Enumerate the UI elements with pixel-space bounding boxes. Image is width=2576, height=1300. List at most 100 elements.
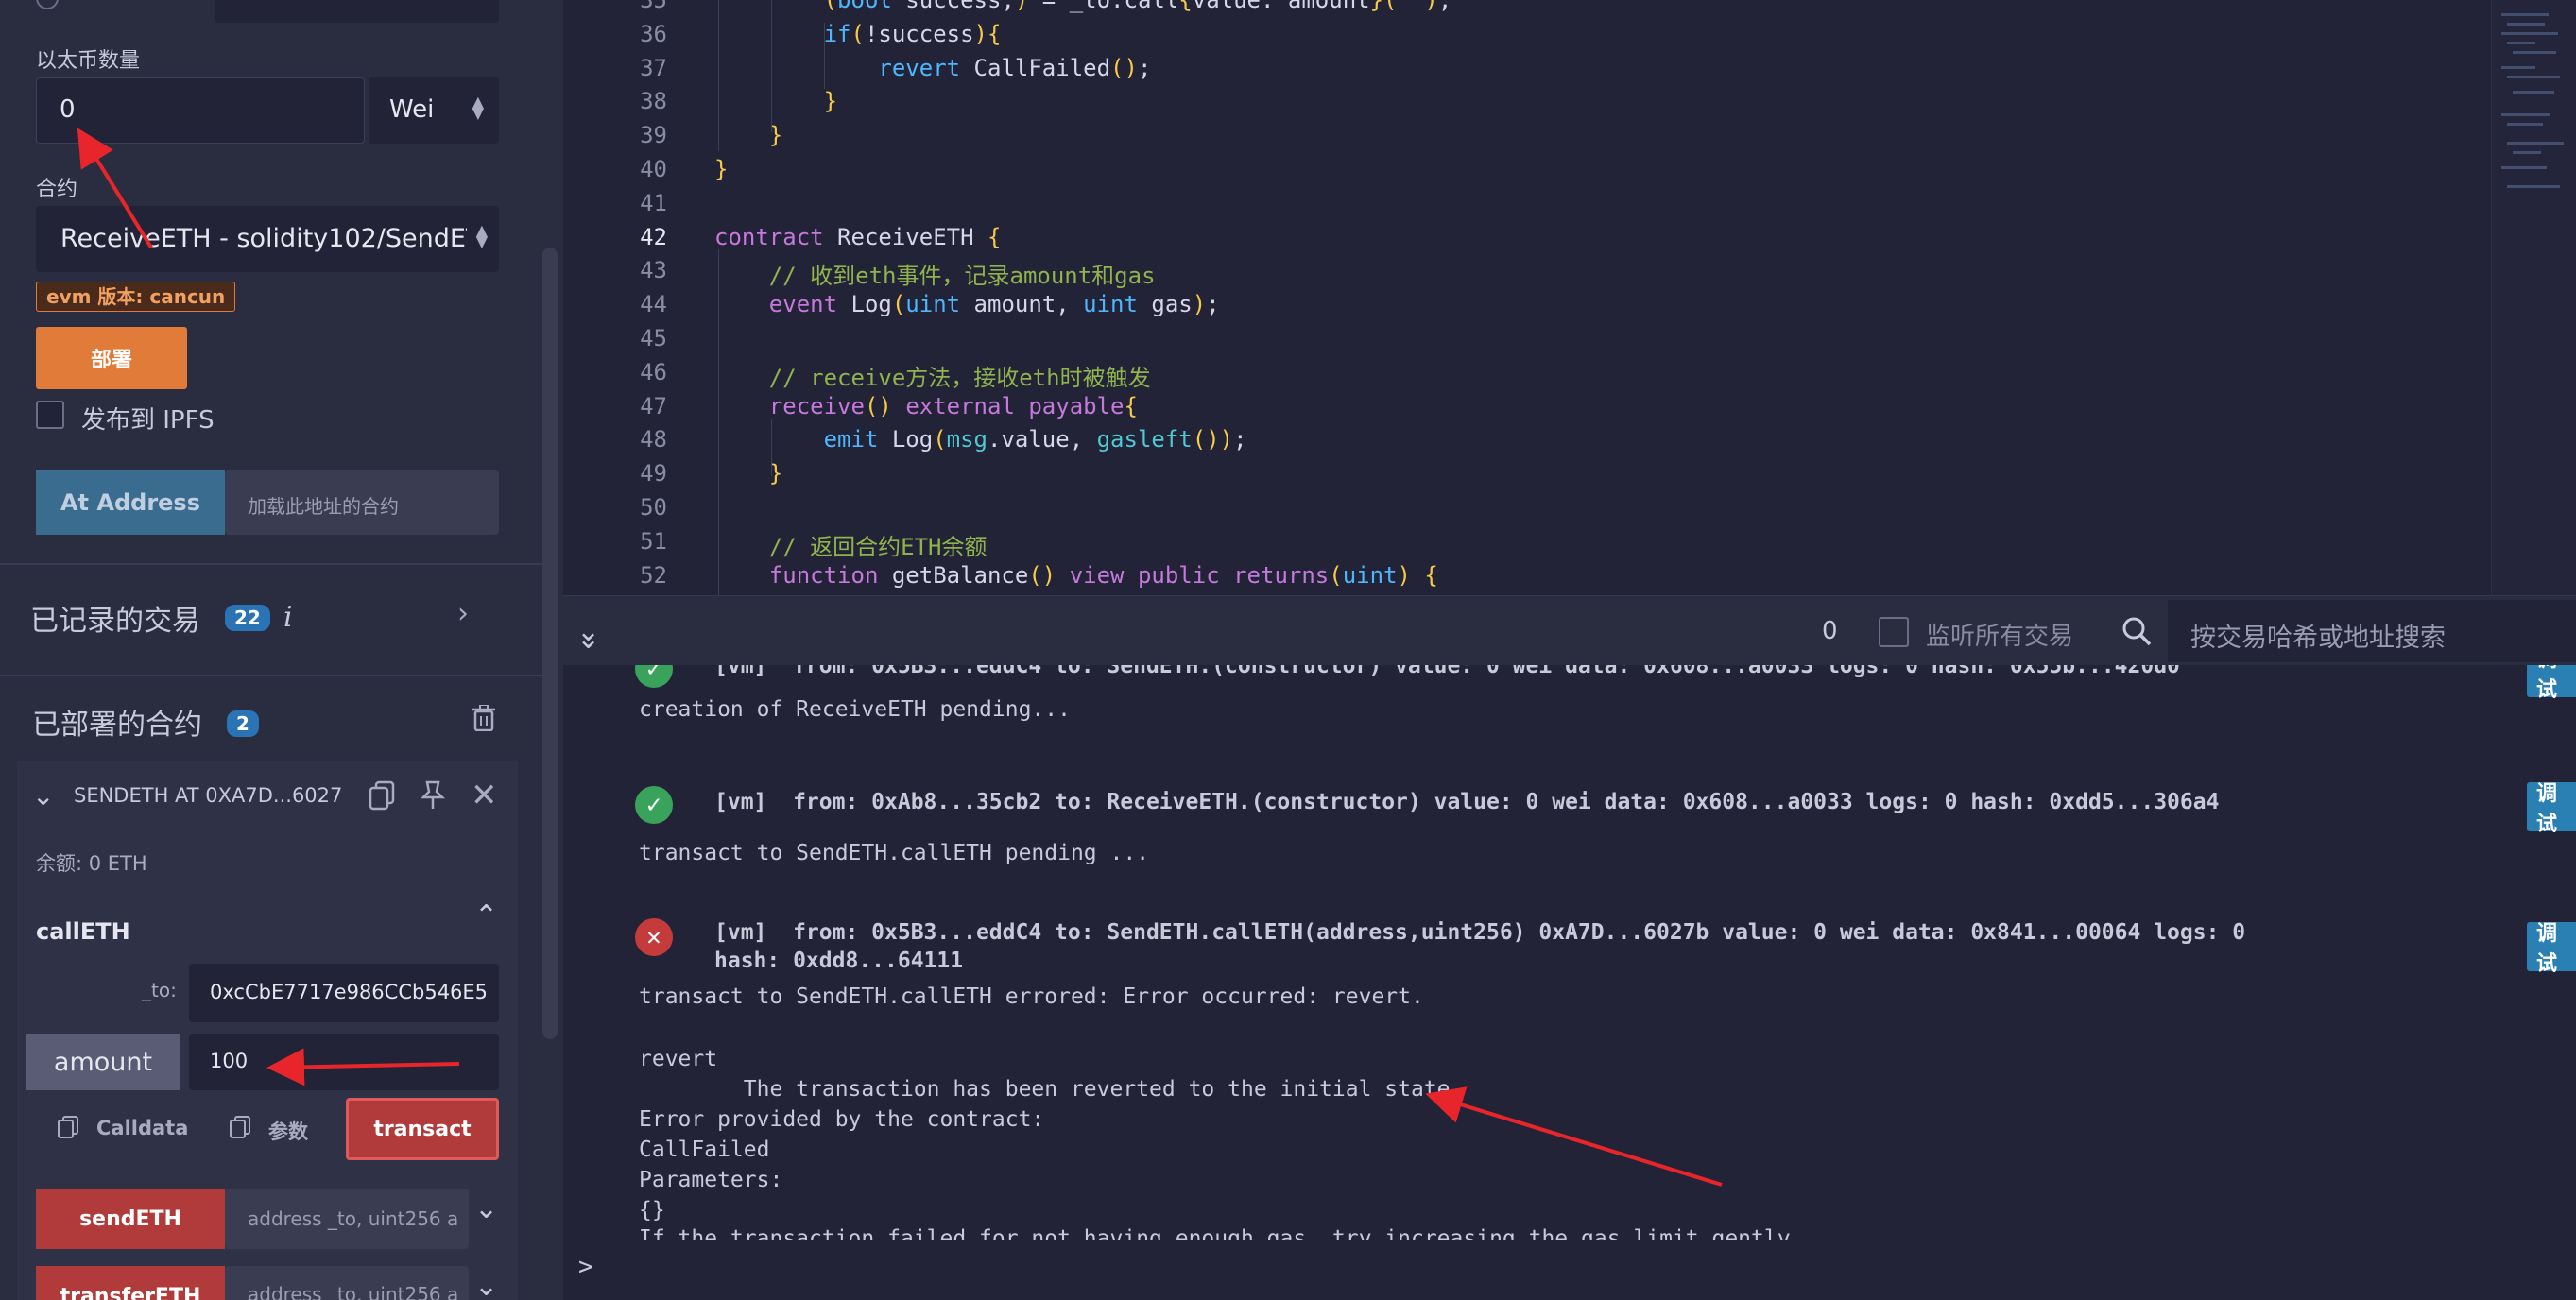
code-line[interactable]: (bool success,) = _to.call{value: amount… [714,0,1452,13]
chevron-down-icon[interactable]: ⌄ [474,1270,498,1300]
code-line[interactable]: } [714,122,782,148]
param-amount-label: amount [26,1034,180,1090]
transact-button[interactable]: transact [346,1098,499,1160]
gas-limit-field[interactable] [215,0,499,23]
ether-unit-select[interactable]: Wei ▲ ▼ [369,77,499,144]
code-line[interactable]: contract ReceiveETH { [714,224,1001,250]
line-number: 49 [640,460,667,488]
indent-guide [824,23,825,89]
param-amount-input[interactable]: 100 [189,1034,499,1090]
gas-radio[interactable] [36,0,59,9]
line-number: 41 [640,189,667,216]
ether-amount-label: 以太币数量 [36,49,141,73]
chevron-right-icon[interactable]: › [457,597,469,630]
error-message: transact to SendETH.callETH errored: Err… [639,984,1424,1009]
success-icon: ✓ [635,665,673,688]
terminal-input[interactable]: > [563,1240,2576,1300]
ipfs-checkbox[interactable] [36,401,64,429]
info-icon[interactable]: i [283,601,293,634]
at-address-input[interactable]: 加载此地址的合约 [225,470,499,535]
recorded-tx-title[interactable]: 已记录的交易 [30,597,200,639]
ether-amount-input[interactable]: 0 [36,77,365,144]
terminal-toolbar: ⌄ ⌄ 0 监听所有交易 按交易哈希或地址搜索 [563,595,2576,665]
param-to-value: 0xcCbE7717e986CCb546E5C [210,981,486,1003]
transfereth-placeholder: address _to, uint256 a [248,1283,459,1300]
line-number: 40 [640,156,667,182]
sendeth-button[interactable]: sendETH [36,1189,225,1249]
code-line[interactable]: // 收到eth事件，记录amount和gas [714,257,1156,290]
copy-params-button[interactable]: 参数 [268,1117,308,1145]
error-message: The transaction has been reverted to the… [639,1077,1464,1102]
debug-button[interactable]: 调试 [2527,922,2576,976]
line-number: 47 [640,392,667,419]
param-to-input[interactable]: 0xcCbE7717e986CCb546E5C [189,964,499,1022]
contract-label: 合约 [36,178,78,201]
copy-icon[interactable] [57,1115,79,1139]
indent-guide [718,0,719,151]
line-number: 36 [640,20,667,47]
function-name: callETH [36,918,130,945]
ether-unit-value: Wei [389,95,435,124]
instance-title[interactable]: SENDETH AT 0XA7D...6027 [74,784,344,807]
copy-icon[interactable] [369,780,395,811]
evm-version-badge: evm 版本: cancun [36,282,236,312]
copy-calldata-button[interactable]: Calldata [96,1117,188,1139]
code-line[interactable]: revert CallFailed(); [714,55,1151,81]
listen-all-checkbox[interactable] [1879,617,1909,647]
code-line[interactable]: // 返回合约ETH余额 [714,528,987,561]
error-message: Parameters: [639,1168,783,1192]
pending-message: transact to SendETH.callETH pending ... [639,841,1150,865]
error-icon: ✕ [635,918,673,956]
at-address-button[interactable]: At Address [36,470,225,535]
trash-icon[interactable] [472,704,495,732]
line-number: 50 [640,494,667,521]
line-number: 42 [640,223,667,250]
search-icon[interactable] [2121,615,2153,647]
contract-select[interactable]: ReceiveETH - solidity102/SendET ▲ ▼ [36,206,499,272]
code-line[interactable]: } [714,460,782,487]
code-editor[interactable]: 35 36 37 38 39 40 41 42 43 44 45 46 47 48 49 50 51 52 (bo… [563,0,2576,595]
error-message: Error provided by the contract: [639,1107,1045,1132]
line-number: 46 [640,358,667,385]
line-number: 51 [640,527,667,555]
collapse-terminal-icon-2: ⌄ [576,623,601,656]
code-line[interactable]: if(!success){ [714,21,1002,47]
code-line[interactable]: event Log(uint amount, uint gas); [714,291,1220,317]
chevron-up-icon[interactable]: ⌃ [474,899,498,932]
pin-icon[interactable] [420,780,446,811]
code-line[interactable]: } [714,156,728,182]
line-number: 39 [640,122,667,149]
code-line[interactable]: emit Log(msg.value, gasleft()); [714,426,1247,453]
copy-icon[interactable] [229,1115,251,1139]
line-number: 35 [640,0,667,13]
code-line[interactable]: } [714,88,837,114]
error-message: {} [639,1198,665,1223]
code-line[interactable]: function getBalance() view public return… [714,562,1438,589]
left-panel-scrollbar[interactable] [542,248,558,1039]
param-to-label: _to: [142,979,177,1001]
tx-search-placeholder: 按交易哈希或地址搜索 [2190,624,2446,653]
chevron-down-icon[interactable]: ⌄ [474,1192,498,1225]
debug-button[interactable]: 调试 [2527,665,2576,702]
debug-button[interactable]: 调试 [2527,782,2576,836]
pending-message: creation of ReceiveETH pending... [639,697,1071,722]
sendeth-input[interactable]: address _to, uint256 a [225,1189,469,1249]
indent-guide [771,419,772,476]
tx-log-row: [vm] from: 0x5B3...eddC4 to: SendETH.cal… [714,920,2246,945]
pending-tx-count: 0 [1822,617,1838,645]
deploy-button[interactable]: 部署 [36,327,187,389]
ipfs-label: 发布到 IPFS [81,406,215,435]
terminal-output: ✓ [vm] from: 0x5B3...eddC4 to: SendETH.(… [563,665,2576,1300]
code-line[interactable]: // receive方法，接收eth时被触发 [714,359,1151,392]
tx-search-input[interactable]: 按交易哈希或地址搜索 [2168,600,2576,662]
instance-balance: 余额: 0 ETH [36,852,147,875]
line-number: 37 [640,54,667,81]
minimap[interactable] [2491,0,2576,595]
transfereth-input[interactable]: address _to, uint256 a [225,1266,469,1300]
close-icon[interactable]: ✕ [471,777,498,814]
select-updown-icon: ▲ ▼ [472,93,484,122]
chevron-down-icon[interactable]: ⌄ [32,780,54,812]
transfereth-button[interactable]: transferETH [36,1266,225,1300]
code-line[interactable]: receive() external payable{ [714,393,1138,419]
line-number: 38 [640,88,667,115]
